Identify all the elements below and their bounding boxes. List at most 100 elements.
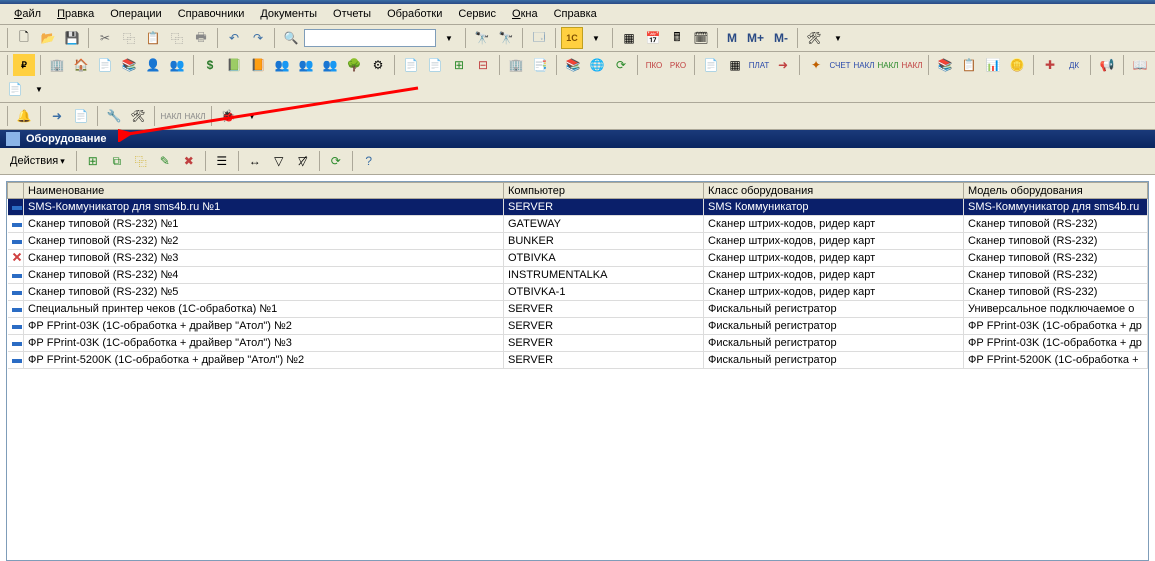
mem-mminus[interactable]: M- xyxy=(770,31,792,45)
menu-processing[interactable]: Обработки xyxy=(379,6,450,22)
save-icon[interactable]: 💾 xyxy=(61,27,83,49)
rko-icon[interactable]: РКО xyxy=(667,54,689,76)
books2-icon[interactable]: 📚 xyxy=(562,54,584,76)
coins-icon[interactable]: 🪙 xyxy=(1006,54,1028,76)
undo-icon[interactable]: ↶ xyxy=(223,27,245,49)
menu-file[interactable]: ФФайлайл xyxy=(6,6,49,22)
table-row[interactable]: SMS-Коммуникатор для sms4b.ru №1SERVERSM… xyxy=(8,199,1148,216)
table-row[interactable]: Сканер типовой (RS-232) №3OTBIVKAСканер … xyxy=(8,250,1148,267)
bug-icon[interactable]: 🐞 xyxy=(217,105,239,127)
cut-icon[interactable]: ✂ xyxy=(94,27,116,49)
delete-item-icon[interactable]: ✖ xyxy=(178,150,200,172)
dropdown4-icon[interactable]: ▼ xyxy=(28,78,50,100)
menu-operations[interactable]: Операции xyxy=(102,6,169,22)
col-class[interactable]: Класс оборудования xyxy=(704,183,964,199)
menu-windows[interactable]: Окна xyxy=(504,6,546,22)
table-row[interactable]: Сканер типовой (RS-232) №4INSTRUMENTALKA… xyxy=(8,267,1148,284)
menu-edit[interactable]: Правка xyxy=(49,6,102,22)
building2-icon[interactable]: 🏢 xyxy=(505,54,527,76)
table-icon[interactable]: ▦ xyxy=(724,54,746,76)
copy-icon[interactable]: ⿻ xyxy=(118,27,140,49)
schet-icon[interactable]: СЧЕТ xyxy=(829,54,851,76)
add-group-icon[interactable]: ⧉ xyxy=(106,150,128,172)
docgroup-icon[interactable]: 📑 xyxy=(529,54,551,76)
col-computer[interactable]: Компьютер xyxy=(504,183,704,199)
gear-icon[interactable]: ⚙ xyxy=(367,54,389,76)
megaphone-icon[interactable]: 📢 xyxy=(1096,54,1118,76)
dk-icon[interactable]: ДК xyxy=(1063,54,1085,76)
calendar-icon[interactable]: 📅 xyxy=(642,27,664,49)
wrench2-icon[interactable]: 🛠 xyxy=(127,105,149,127)
add-item-icon[interactable]: ⊞ xyxy=(82,150,104,172)
col-icon[interactable] xyxy=(8,183,24,199)
team-icon[interactable]: 👥 xyxy=(271,54,293,76)
nakl-plus-icon[interactable]: НАКЛ xyxy=(877,54,899,76)
doc-plus-icon[interactable]: ⊞ xyxy=(448,54,470,76)
help-icon[interactable]: ? xyxy=(358,150,380,172)
books-icon[interactable]: 📚 xyxy=(118,54,140,76)
book-icon[interactable]: 📖 xyxy=(1129,54,1151,76)
people3-icon[interactable]: 👥 xyxy=(319,54,341,76)
wrench-icon[interactable]: 🔧 xyxy=(103,105,125,127)
filter-off-icon[interactable]: ▽̸ xyxy=(292,150,314,172)
open-icon[interactable]: 📂 xyxy=(37,27,59,49)
col-name[interactable]: Наименование xyxy=(24,183,504,199)
books3-icon[interactable]: 📚 xyxy=(934,54,956,76)
1c-icon[interactable]: 1С xyxy=(561,27,583,49)
tools-icon[interactable]: 🛠 xyxy=(803,27,825,49)
edit-item-icon[interactable]: ✎ xyxy=(154,150,176,172)
building-icon[interactable]: 🏢 xyxy=(46,54,68,76)
table-row[interactable]: Сканер типовой (RS-232) №1GATEWAYСканер … xyxy=(8,216,1148,233)
page-icon[interactable]: 📄 xyxy=(94,54,116,76)
person-icon[interactable]: 👤 xyxy=(142,54,164,76)
plat-icon[interactable]: ПЛАТ xyxy=(748,54,770,76)
col-model[interactable]: Модель оборудования xyxy=(964,183,1148,199)
filter-icon[interactable]: ▽ xyxy=(268,150,290,172)
menu-help[interactable]: Справка xyxy=(546,6,605,22)
dollar-icon[interactable]: $ xyxy=(199,54,221,76)
plus-icon[interactable]: ✚ xyxy=(1039,54,1061,76)
form-icon[interactable]: 📋 xyxy=(958,54,980,76)
doc-small-icon[interactable]: 📄 xyxy=(70,105,92,127)
menu-service[interactable]: Сервис xyxy=(450,6,504,22)
table-row[interactable]: Сканер типовой (RS-232) №2BUNKERСканер ш… xyxy=(8,233,1148,250)
globe-icon[interactable]: 🌐 xyxy=(586,54,608,76)
actions-dropdown[interactable]: Действия xyxy=(4,153,71,169)
chart-icon[interactable]: 📊 xyxy=(982,54,1004,76)
docs-icon[interactable]: 📄 xyxy=(700,54,722,76)
new-doc-icon[interactable]: 🗋 xyxy=(13,27,35,49)
nakl-minus-icon[interactable]: НАКЛ xyxy=(901,54,923,76)
nakl3-icon[interactable]: НАКЛ xyxy=(184,105,206,127)
menu-reports[interactable]: Отчеты xyxy=(325,6,379,22)
paste-icon[interactable]: 📋 xyxy=(142,27,164,49)
dropdown-icon[interactable]: ▼ xyxy=(438,27,460,49)
refresh2-icon[interactable]: ⟳ xyxy=(325,150,347,172)
doc2-icon[interactable]: 📄 xyxy=(424,54,446,76)
table-row[interactable]: Специальный принтер чеков (1С-обработка)… xyxy=(8,301,1148,318)
table-row[interactable]: Сканер типовой (RS-232) №5OTBIVKA-1Скане… xyxy=(8,284,1148,301)
ruble-icon[interactable]: ₽ xyxy=(13,54,35,76)
binoculars-icon[interactable]: 🔭 xyxy=(471,27,493,49)
table-row[interactable]: ФР FPrint-03K (1С-обработка + драйвер "А… xyxy=(8,335,1148,352)
doc-orange-icon[interactable]: 📙 xyxy=(247,54,269,76)
find-icon[interactable]: 🔍 xyxy=(280,27,302,49)
pko-icon[interactable]: ПКО xyxy=(643,54,665,76)
doc-minus-icon[interactable]: ⊟ xyxy=(472,54,494,76)
dropdown2-icon[interactable]: ▼ xyxy=(585,27,607,49)
arrow2-icon[interactable]: ➜ xyxy=(46,105,68,127)
doc-green-icon[interactable]: 📗 xyxy=(223,54,245,76)
dropdown5-icon[interactable]: ▼ xyxy=(241,105,263,127)
doc1-icon[interactable]: 📄 xyxy=(400,54,422,76)
binoculars2-icon[interactable]: 🔭 xyxy=(495,27,517,49)
nakl2-icon[interactable]: НАКЛ xyxy=(160,105,182,127)
print-icon[interactable]: 🖶 xyxy=(190,27,212,49)
calc-icon[interactable]: 🖩 xyxy=(666,27,688,49)
search-input[interactable] xyxy=(304,29,436,47)
people-icon[interactable]: 👥 xyxy=(166,54,188,76)
menu-documents[interactable]: Документы xyxy=(252,6,325,22)
bell-icon[interactable]: 🔔 xyxy=(13,105,35,127)
table-row[interactable]: ФР FPrint-5200K (1С-обработка + драйвер … xyxy=(8,352,1148,369)
house-icon[interactable]: 🏠 xyxy=(70,54,92,76)
cal2-icon[interactable]: 🗓 xyxy=(690,27,712,49)
window-icon[interactable]: 🗔 xyxy=(528,27,550,49)
